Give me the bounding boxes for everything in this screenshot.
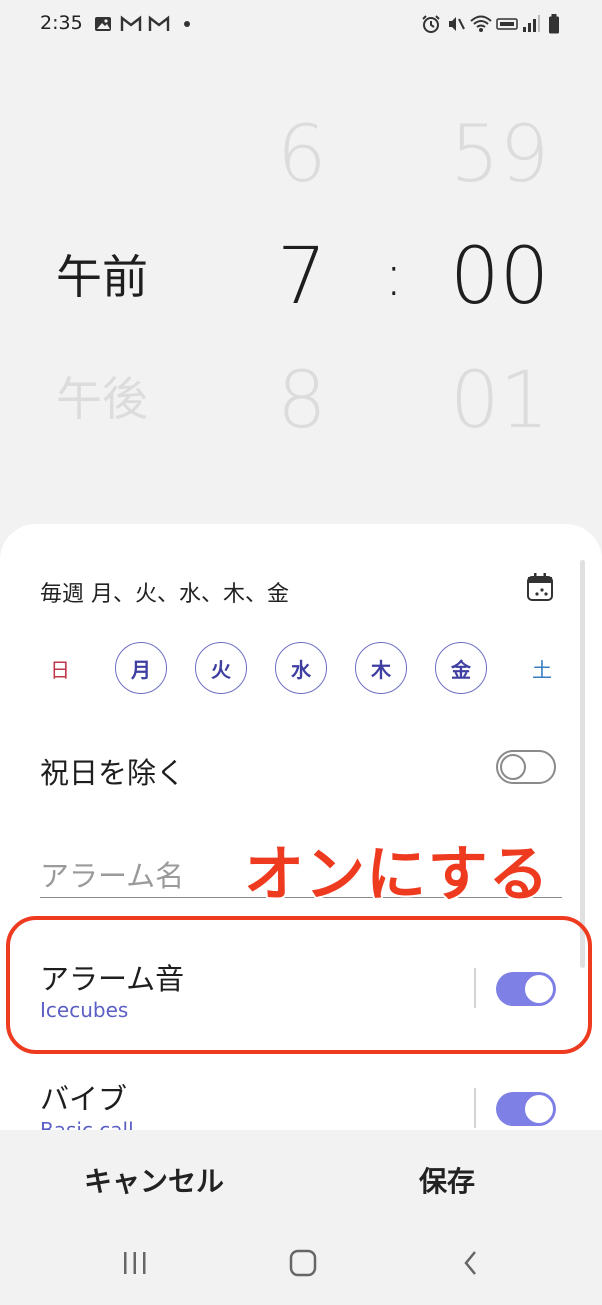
battery-icon bbox=[549, 14, 559, 34]
hour-prev[interactable]: 6 bbox=[277, 116, 327, 194]
status-time: 2:35 bbox=[40, 12, 83, 34]
day-saturday[interactable]: 土 bbox=[516, 642, 568, 694]
wifi-icon bbox=[470, 15, 492, 32]
minute-prev[interactable]: 59 bbox=[450, 116, 549, 194]
status-bar: 2:35 bbox=[0, 0, 602, 50]
vibration-value[interactable]: Basic call bbox=[40, 1118, 134, 1130]
gallery-icon bbox=[95, 17, 111, 31]
volte-icon bbox=[496, 18, 518, 30]
alarm-icon bbox=[422, 15, 440, 33]
hour-next[interactable]: 8 bbox=[277, 362, 327, 440]
minute-selected[interactable]: 00 bbox=[450, 238, 549, 316]
ampm-selected[interactable]: 午前 bbox=[56, 254, 148, 300]
minute-next[interactable]: 01 bbox=[450, 362, 549, 440]
ampm-next[interactable]: 午後 bbox=[56, 376, 148, 422]
gmail-icon bbox=[120, 15, 142, 31]
day-thursday[interactable]: 木 bbox=[355, 642, 407, 694]
day-friday[interactable]: 金 bbox=[435, 642, 487, 694]
cancel-button[interactable]: キャンセル bbox=[84, 1160, 224, 1200]
annotation-label: オンにする bbox=[242, 838, 551, 912]
gmail-icon bbox=[148, 15, 170, 31]
toggle-knob bbox=[524, 1094, 554, 1124]
home-icon[interactable] bbox=[288, 1248, 318, 1278]
recents-icon[interactable] bbox=[120, 1248, 150, 1278]
repeat-summary: 毎週 月、火、水、木、金 bbox=[40, 582, 289, 607]
exclude-holidays-label: 祝日を除く bbox=[40, 756, 186, 790]
dot-icon bbox=[184, 21, 190, 27]
exclude-holidays-toggle[interactable] bbox=[496, 750, 556, 784]
mute-vibrate-icon bbox=[449, 17, 465, 31]
time-picker[interactable]: 午前 午後 6 7 8 : 59 00 01 bbox=[0, 60, 602, 520]
day-sunday[interactable]: 日 bbox=[34, 642, 86, 694]
calendar-icon[interactable] bbox=[526, 572, 554, 602]
signal-icon bbox=[523, 15, 540, 32]
back-icon[interactable] bbox=[458, 1248, 484, 1278]
toggle-knob bbox=[500, 754, 526, 780]
time-separator: : bbox=[384, 241, 404, 309]
hour-selected[interactable]: 7 bbox=[277, 238, 327, 316]
day-tuesday[interactable]: 火 bbox=[195, 642, 247, 694]
vibration-toggle[interactable] bbox=[496, 1092, 556, 1126]
divider bbox=[474, 1088, 476, 1128]
vibration-label[interactable]: バイブ bbox=[40, 1076, 127, 1118]
scrollbar[interactable] bbox=[580, 560, 585, 968]
day-wednesday[interactable]: 水 bbox=[275, 642, 327, 694]
annotation-highlight-box bbox=[6, 916, 592, 1054]
save-button[interactable]: 保存 bbox=[419, 1160, 475, 1200]
day-monday[interactable]: 月 bbox=[115, 642, 167, 694]
